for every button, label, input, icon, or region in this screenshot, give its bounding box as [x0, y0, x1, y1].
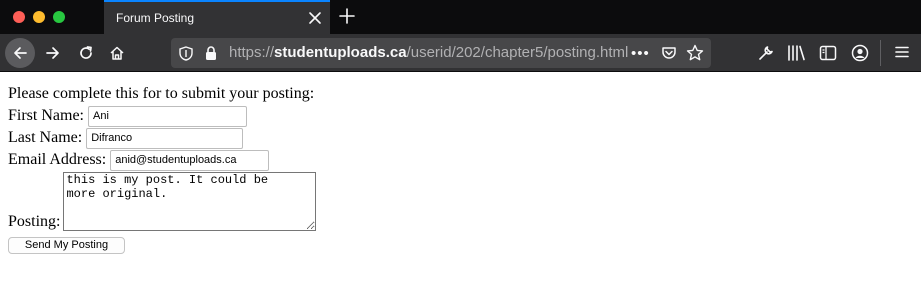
wrench-icon[interactable]	[757, 44, 775, 67]
pocket-icon[interactable]	[661, 45, 677, 66]
star-icon[interactable]	[686, 44, 704, 67]
sidebar-icon[interactable]	[819, 44, 837, 67]
window-zoom-button[interactable]	[53, 11, 65, 23]
toolbar-divider	[880, 40, 881, 66]
page-actions-button[interactable]: •••	[631, 45, 650, 62]
arrow-right-icon	[46, 47, 59, 59]
first-name-input[interactable]	[88, 105, 247, 127]
reload-button[interactable]	[72, 39, 100, 67]
email-label: Email Address:	[8, 150, 107, 168]
posting-label: Posting:	[8, 212, 61, 230]
url-path: /userid/202/chapter5/posting.html	[406, 44, 629, 61]
form-intro: Please complete this for to submit your …	[8, 83, 316, 105]
tab-strip: Forum Posting	[0, 0, 921, 34]
email-row: Email Address:	[8, 149, 316, 171]
url-text[interactable]: https://studentuploads.ca/userid/202/cha…	[229, 44, 628, 61]
last-name-row: Last Name:	[8, 127, 316, 149]
lock-icon[interactable]	[204, 45, 218, 66]
posting-textarea[interactable]: this is my post. It could be more origin…	[63, 172, 317, 231]
last-name-input[interactable]	[86, 127, 244, 149]
close-icon[interactable]	[308, 11, 322, 25]
email-input[interactable]	[110, 149, 270, 171]
posting-row: Posting: this is my post. It could be mo…	[8, 172, 317, 231]
tab-title: Forum Posting	[116, 11, 195, 25]
home-icon	[110, 46, 124, 60]
hamburger-icon[interactable]	[894, 44, 910, 65]
intro-text: Please complete this for to submit your …	[8, 84, 315, 102]
window-close-button[interactable]	[13, 11, 25, 23]
tab-forum-posting[interactable]: Forum Posting	[104, 0, 330, 34]
account-icon[interactable]	[851, 44, 869, 67]
url-prefix: https://	[229, 44, 275, 61]
last-name-label: Last Name:	[8, 128, 83, 146]
page-content: Please complete this for to submit your …	[8, 83, 317, 254]
back-button[interactable]	[5, 38, 35, 68]
first-name-label: First Name:	[8, 106, 84, 124]
navigation-toolbar: https://studentuploads.ca/userid/202/cha…	[0, 34, 921, 72]
plus-icon[interactable]	[338, 7, 356, 25]
reload-icon	[80, 46, 92, 59]
address-bar[interactable]: https://studentuploads.ca/userid/202/cha…	[171, 38, 711, 68]
home-button[interactable]	[103, 39, 131, 67]
arrow-left-icon	[14, 47, 27, 59]
send-posting-button[interactable]: Send My Posting	[8, 237, 125, 254]
first-name-row: First Name:	[8, 105, 316, 127]
library-icon[interactable]	[787, 44, 807, 67]
url-host: studentuploads.ca	[274, 44, 407, 61]
shield-icon[interactable]	[179, 46, 193, 66]
window-minimize-button[interactable]	[33, 11, 45, 23]
forward-button[interactable]	[39, 39, 67, 67]
